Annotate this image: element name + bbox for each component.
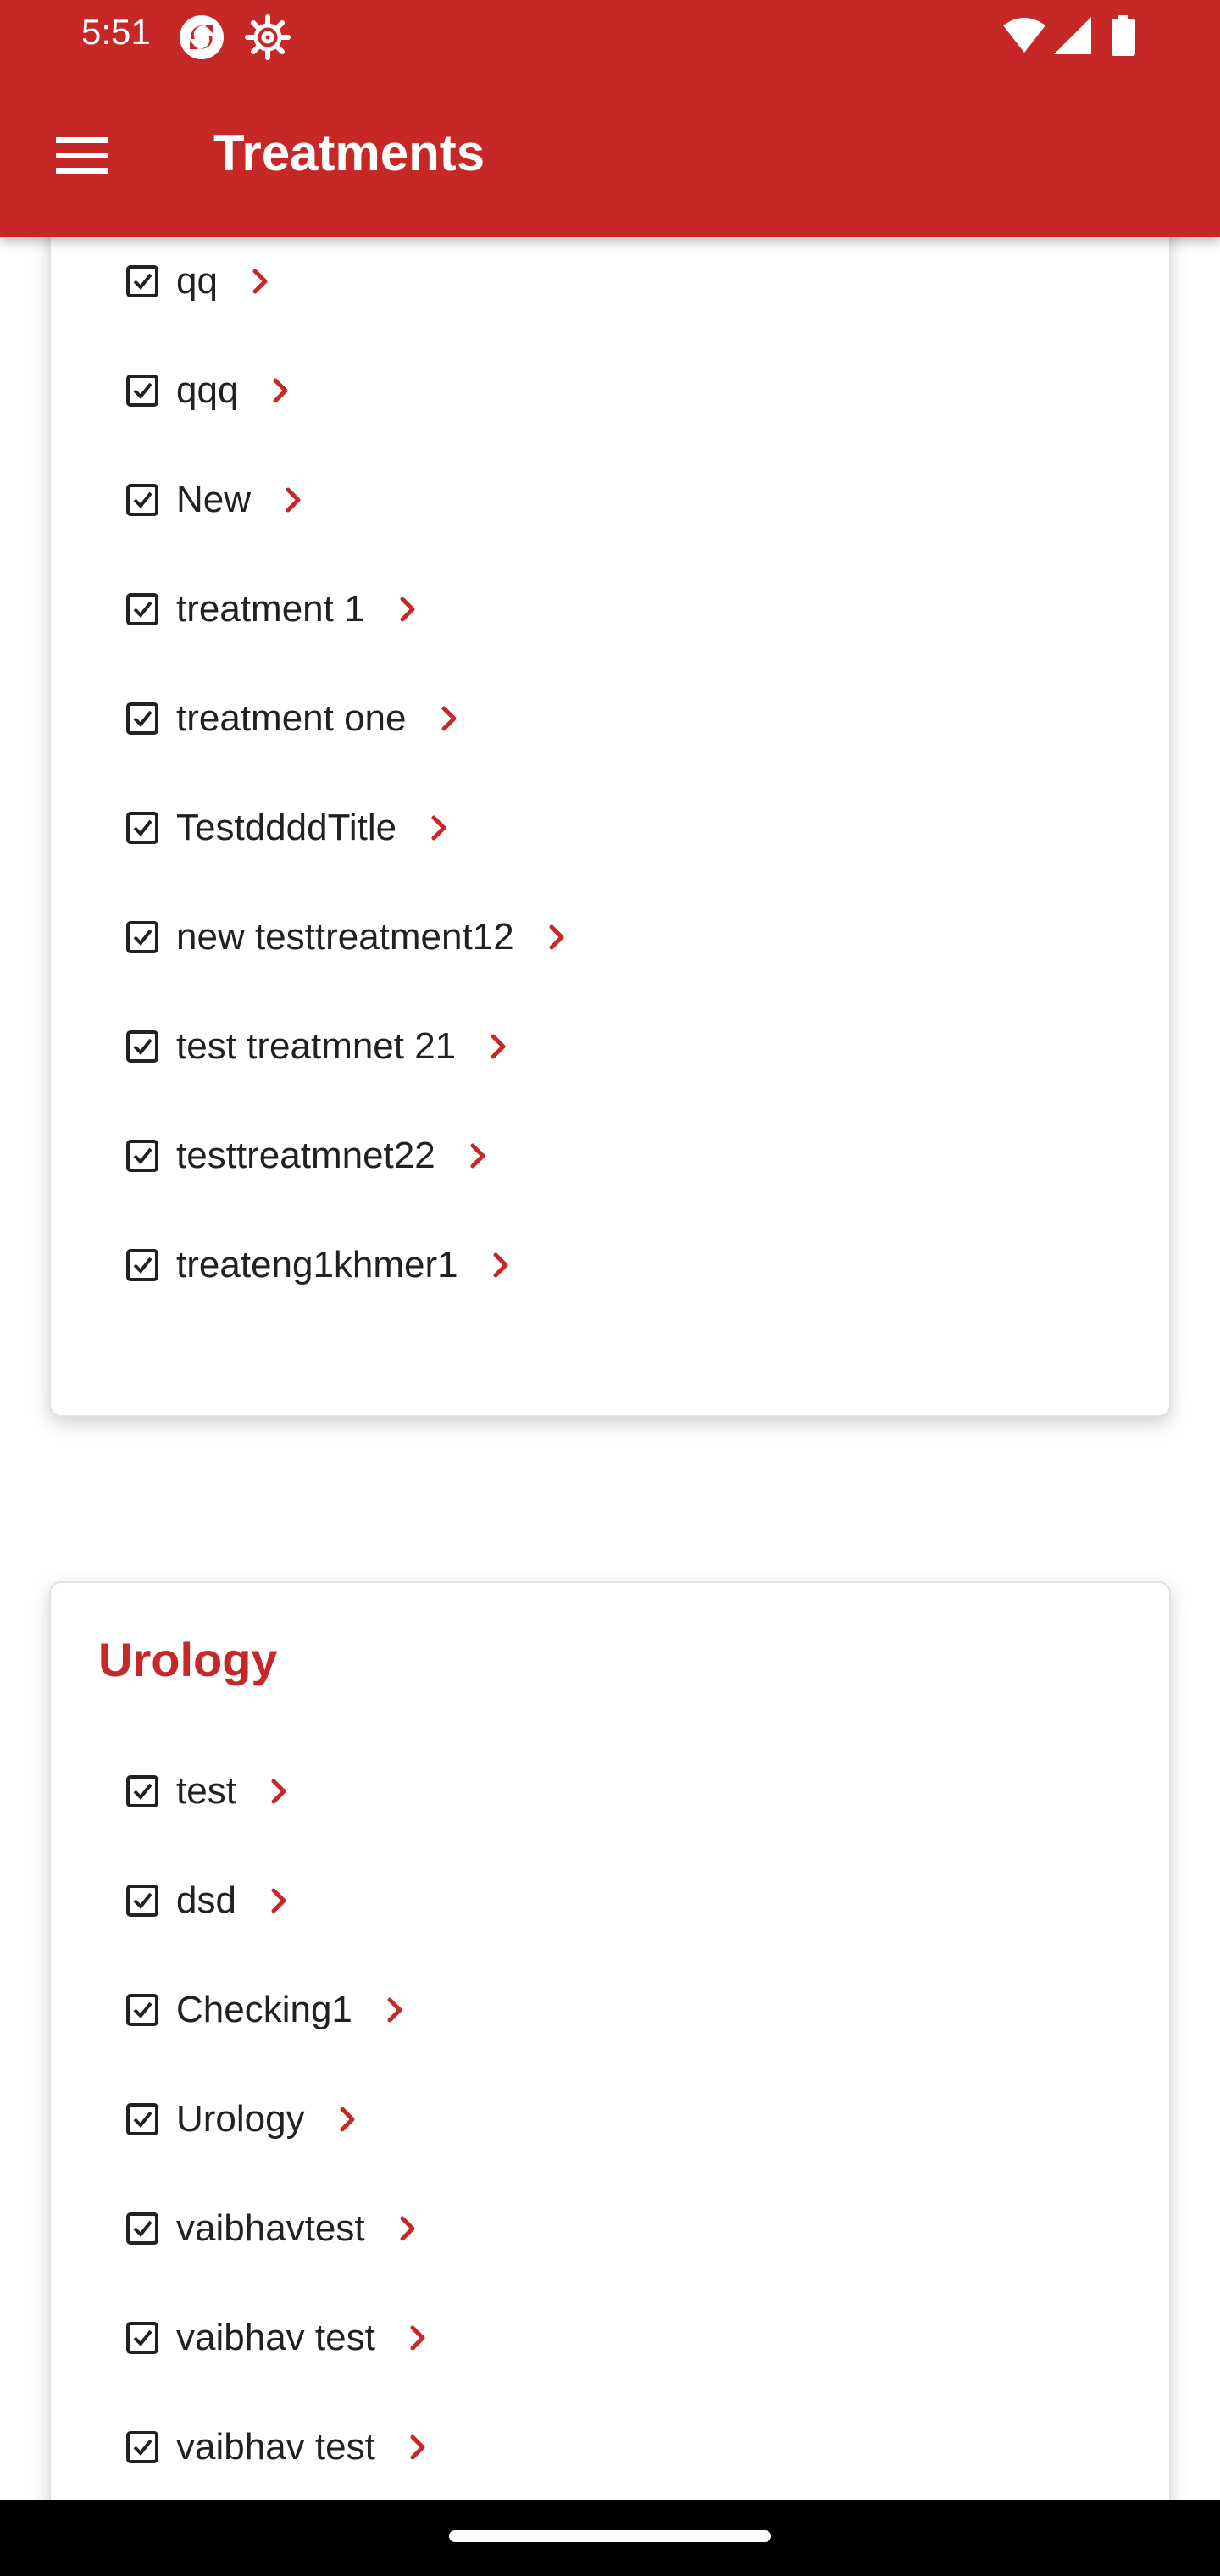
chevron-right-icon: [252, 269, 268, 294]
chevron-right-icon: [400, 2216, 415, 2241]
treatment-item[interactable]: Checking1: [125, 1976, 412, 2044]
checkbox-checked-icon: [126, 702, 158, 735]
treatment-item-label: test treatmnet 21: [176, 1025, 457, 1067]
chevron-right-icon: [410, 2434, 425, 2460]
treatment-item-label: Urology: [176, 2098, 305, 2140]
checkbox-checked-icon: [126, 1249, 158, 1281]
treatment-item-label: treatment 1: [176, 588, 365, 630]
treatment-category-card-urology: Urology test dsd Checking1 Urology vaibhavte…: [49, 1581, 1171, 2500]
chevron-right-icon: [441, 706, 456, 731]
treatment-item-label: qq: [176, 260, 218, 302]
category-title: Urology: [98, 1633, 278, 1686]
page-title: Treatments: [214, 125, 485, 181]
treatment-item[interactable]: vaibhavtest: [125, 2195, 424, 2262]
checkbox-checked-icon: [126, 593, 158, 625]
checkbox-checked-icon: [126, 1140, 158, 1172]
chevron-right-icon: [470, 1143, 485, 1169]
checkbox-checked-icon: [126, 812, 158, 844]
chevron-right-icon: [491, 1034, 506, 1059]
chevron-right-icon: [340, 2107, 355, 2132]
menu-button[interactable]: [47, 119, 122, 193]
chevron-right-icon: [273, 378, 288, 403]
treatment-item-label: TestddddTitle: [176, 807, 397, 848]
checkbox-checked-icon: [126, 265, 158, 297]
chevron-right-icon: [271, 1779, 286, 1804]
menu-icon: [56, 137, 108, 174]
treatment-item-label: testtreatmnet22: [176, 1135, 435, 1176]
treatment-item-label: treatment one: [176, 697, 407, 739]
treatment-item[interactable]: treatment one: [125, 685, 466, 752]
chevron-right-icon: [410, 2325, 425, 2351]
home-gesture-handle[interactable]: [449, 2530, 771, 2542]
treatment-item[interactable]: vaibhav test: [125, 2304, 435, 2372]
checkbox-checked-icon: [126, 921, 158, 953]
treatment-item-label: Checking1: [176, 1989, 352, 2030]
treatment-item-label: vaibhav test: [176, 2426, 375, 2468]
treatments-list[interactable]: qq qqq New treatment 1 treatment one Testdddd…: [0, 237, 1220, 2500]
treatment-item-label: qqq: [176, 369, 239, 411]
treatment-item-label: vaibhav test: [176, 2317, 375, 2358]
treatment-category-card: qq qqq New treatment 1 treatment one Testdddd…: [49, 237, 1171, 1417]
treatment-item[interactable]: test: [125, 1757, 296, 1825]
treatment-item[interactable]: Urology: [125, 2085, 364, 2153]
system-navigation-bar: [0, 2500, 1220, 2576]
checkbox-checked-icon: [126, 1030, 158, 1063]
chevron-right-icon: [387, 1997, 402, 2023]
status-bar: 5:51: [0, 0, 1220, 75]
treatment-item[interactable]: dsd: [125, 1867, 296, 1935]
treatment-item[interactable]: qqq: [125, 357, 297, 425]
treatment-item-label: new testtreatment12: [176, 916, 514, 958]
treatment-item[interactable]: TestddddTitle: [125, 794, 456, 862]
checkbox-checked-icon: [126, 484, 158, 516]
treatment-item-label: dsd: [176, 1879, 236, 1921]
checkbox-checked-icon: [126, 1994, 158, 2026]
checkbox-checked-icon: [126, 2431, 158, 2463]
cellular-signal-icon: [1054, 17, 1091, 58]
treatment-item[interactable]: New: [125, 466, 310, 534]
checkbox-checked-icon: [126, 1775, 158, 1807]
chevron-right-icon: [400, 597, 415, 622]
chevron-right-icon: [493, 1252, 508, 1278]
checkbox-checked-icon: [126, 2322, 158, 2354]
treatment-item-label: treateng1khmer1: [176, 1244, 458, 1285]
status-time: 5:51: [81, 12, 151, 52]
chevron-right-icon: [549, 924, 564, 950]
treatment-item[interactable]: qq: [125, 247, 277, 315]
treatment-item[interactable]: treateng1khmer1: [125, 1231, 518, 1299]
sync-icon: [178, 14, 225, 65]
chevron-right-icon: [286, 487, 301, 513]
chevron-right-icon: [271, 1888, 286, 1913]
treatment-item-label: test: [176, 1770, 236, 1812]
checkbox-checked-icon: [126, 1885, 158, 1917]
checkbox-checked-icon: [126, 375, 158, 407]
wifi-icon: [1003, 17, 1045, 58]
treatment-item[interactable]: testtreatmnet22: [125, 1122, 495, 1190]
treatment-item-label: vaibhavtest: [176, 2207, 365, 2249]
chevron-right-icon: [431, 815, 446, 841]
checkbox-checked-icon: [126, 2212, 158, 2245]
gear-icon: [244, 14, 291, 65]
treatment-item[interactable]: vaibhav test: [125, 2413, 435, 2481]
battery-icon: [1112, 15, 1135, 60]
treatment-item[interactable]: test treatmnet 21: [125, 1013, 515, 1080]
app-bar: 5:51 Treatments: [0, 0, 1220, 237]
treatment-item[interactable]: new testtreatment12: [125, 903, 574, 971]
treatment-item-label: New: [176, 479, 252, 520]
treatment-item[interactable]: treatment 1: [125, 575, 424, 643]
checkbox-checked-icon: [126, 2103, 158, 2135]
